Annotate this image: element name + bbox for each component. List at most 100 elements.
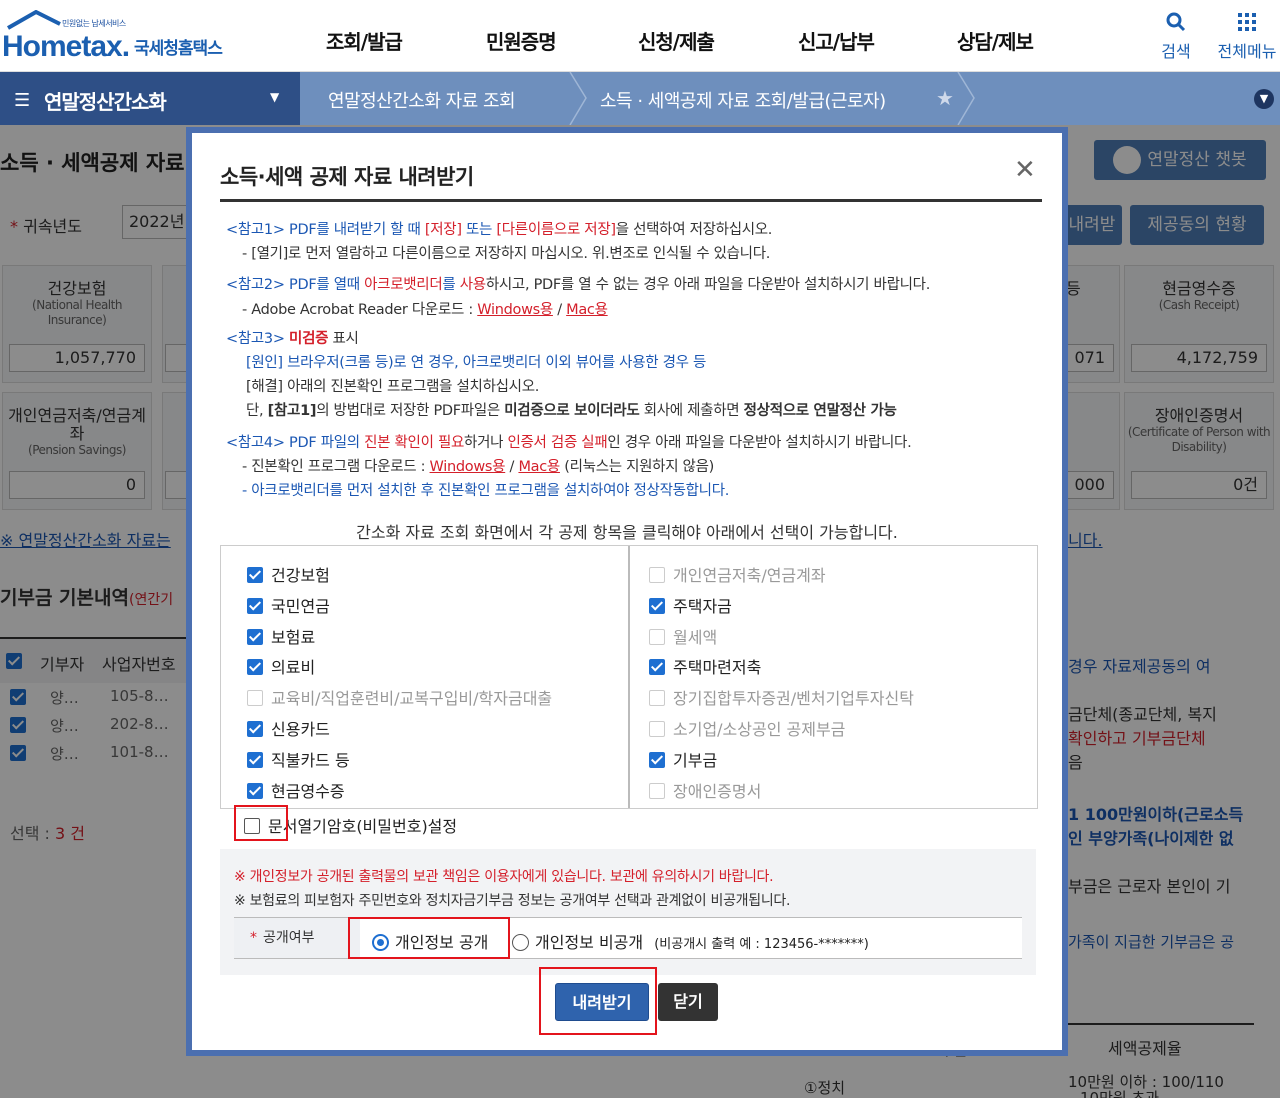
close-icon[interactable]: ✕	[1014, 157, 1036, 183]
star-favorite-icon[interactable]: ★	[936, 86, 954, 110]
deduction-label: 국민연금	[271, 596, 330, 616]
title-divider	[220, 199, 1042, 202]
deduction-item[interactable]: 직불카드 등	[247, 747, 350, 770]
deduction-item[interactable]: 국민연금	[247, 593, 330, 616]
hamburger-icon: ☰	[14, 90, 31, 111]
highlight-box	[234, 805, 288, 841]
deduction-label: 직불카드 등	[271, 750, 350, 770]
disclosure-label: * 공개여부	[234, 918, 360, 958]
deduction-label: 주택마련저축	[673, 658, 762, 678]
all-menu-button[interactable]: 전체메뉴	[1214, 10, 1280, 62]
deduction-checkbox	[649, 721, 665, 737]
deduction-checkbox[interactable]	[247, 597, 263, 614]
verify-mac-link[interactable]: Mac용	[518, 459, 560, 475]
notice-line-1: ※ 개인정보가 공개된 출력물의 보관 책임은 이용자에게 있습니다. 보관에 …	[234, 869, 774, 885]
deduction-checkbox	[649, 690, 665, 707]
deduction-checkbox[interactable]	[247, 751, 263, 768]
logo-text: Hometax.	[2, 30, 130, 63]
all-menu-label: 전체메뉴	[1217, 42, 1277, 61]
breadcrumb-bar: ☰ 연말정산간소화 ▼ 연말정산간소화 자료 조회 소득 · 세액공제 자료 조…	[0, 72, 1280, 125]
ref3-fix: [해결] 아래의 진본확인 프로그램을 설치하십시오.	[246, 379, 540, 395]
download-dialog: 소득·세액 공제 자료 내려받기 ✕ <참고1> PDF를 내려받기 할 때 […	[186, 127, 1068, 1056]
breadcrumb-item-2[interactable]: 소득 · 세액공제 자료 조회/발급(근로자)	[600, 87, 886, 113]
deduction-item[interactable]: 기부금	[649, 747, 718, 770]
menu-report[interactable]: 신고/납부	[798, 26, 875, 55]
deduction-checkbox	[649, 782, 665, 799]
menu-application[interactable]: 신청/제출	[638, 26, 715, 55]
deduction-item[interactable]: 현금영수증	[247, 778, 345, 801]
deduction-checkbox[interactable]	[247, 628, 263, 645]
deduction-item[interactable]: 건강보험	[247, 562, 330, 585]
hometax-logo[interactable]: 민원없는 납세서비스 Hometax. 국세청홈택스	[0, 6, 240, 66]
acrobat-mac-link[interactable]: Mac용	[566, 302, 608, 318]
ref3-line: <참고3> 미검증 표시	[226, 331, 359, 347]
deduction-label: 보험료	[271, 627, 316, 647]
deduction-item[interactable]: 주택자금	[649, 593, 732, 616]
ref1-sub: - [열기]로 먼저 열람하고 다른이름으로 저장하지 마십시오. 위.변조로 …	[242, 246, 771, 262]
deduction-item: 장애인증명서	[649, 778, 761, 801]
ref3-note: 단, [참고1]의 방법대로 저장한 PDF파일은 미검증으로 보이더라도 회사…	[246, 403, 897, 419]
deduction-item[interactable]: 의료비	[247, 654, 316, 678]
deduction-label: 의료비	[271, 658, 316, 678]
deduction-label: 현금영수증	[271, 781, 345, 801]
breadcrumb-separator-icon	[569, 72, 587, 125]
verify-windows-link[interactable]: Windows용	[430, 459, 506, 475]
site-header: 민원없는 납세서비스 Hometax. 국세청홈택스 조회/발급 민원증명 신청…	[0, 0, 1280, 72]
chevron-down-icon: ▼	[270, 90, 280, 104]
breadcrumb-separator-icon	[957, 72, 975, 125]
deduction-item[interactable]: 주택마련저축	[649, 654, 762, 678]
deduction-items-box: 건강보험국민연금보험료의료비교육비/직업훈련비/교복구입비/학자금대출신용카드직…	[220, 545, 1038, 809]
highlight-box	[539, 967, 657, 1035]
radio-private-button[interactable]	[512, 934, 529, 951]
deduction-label: 소기업/소상공인 공제부금	[673, 720, 846, 739]
ref4-line: <참고4> PDF 파일의 진본 확인이 필요하거나 인증서 검증 실패인 경우…	[226, 435, 912, 451]
ref4-sub: - 진본확인 프로그램 다운로드 : Windows용 / Mac용 (리눅스는…	[242, 459, 714, 475]
deduction-checkbox[interactable]	[649, 751, 665, 768]
search-button[interactable]: 검색	[1146, 10, 1206, 62]
ref3-cause: [원인] 브라우저(크롬 등)로 연 경우, 아크로뱃리더 이외 뷰어를 사용한…	[246, 355, 707, 371]
deduction-label: 기부금	[673, 750, 718, 770]
deduction-checkbox[interactable]	[649, 659, 665, 676]
deduction-item: 교육비/직업훈련비/교복구입비/학자금대출	[247, 685, 553, 709]
breadcrumb-item-1[interactable]: 연말정산간소화 자료 조회	[328, 87, 516, 113]
ref2-sub: - Adobe Acrobat Reader 다운로드 : Windows용 /…	[242, 302, 608, 318]
deduction-item: 장기집합투자증권/벤처기업투자신탁	[649, 685, 914, 709]
acrobat-windows-link[interactable]: Windows용	[477, 302, 553, 318]
deduction-item: 개인연금저축/연금계좌	[649, 562, 826, 585]
deduction-item: 소기업/소상공인 공제부금	[649, 716, 846, 739]
notice-line-2: ※ 보험료의 피보험자 주민번호와 정치자금기부금 정보는 공개여부 선택과 관…	[234, 893, 791, 909]
close-button[interactable]: 닫기	[658, 983, 718, 1021]
radio-private[interactable]: 개인정보 비공개 (비공개시 출력 예 : 123456-*******)	[512, 929, 869, 953]
deduction-label: 장기집합투자증권/벤처기업투자신탁	[673, 689, 914, 709]
selection-guide: 간소화 자료 조회 화면에서 각 공제 항목을 클릭해야 아래에서 선택이 가능…	[356, 523, 898, 542]
deduction-checkbox[interactable]	[247, 782, 263, 799]
search-icon	[1166, 12, 1186, 32]
deduction-label: 신용카드	[271, 720, 330, 739]
dialog-title: 소득·세액 공제 자료 내려받기	[220, 165, 474, 189]
deduction-checkbox[interactable]	[649, 597, 665, 614]
deduction-checkbox[interactable]	[247, 721, 263, 737]
privacy-notice: ※ 개인정보가 공개된 출력물의 보관 책임은 이용자에게 있습니다. 보관에 …	[220, 849, 1036, 975]
deduction-item[interactable]: 신용카드	[247, 716, 330, 739]
deduction-label: 교육비/직업훈련비/교복구입비/학자금대출	[271, 689, 553, 709]
deduction-checkbox	[247, 690, 263, 707]
menu-inquiry[interactable]: 조회/발급	[326, 26, 403, 55]
logo-subtitle: 민원없는 납세서비스	[62, 19, 126, 28]
column-divider	[628, 546, 630, 808]
menu-certificate[interactable]: 민원증명	[486, 26, 557, 55]
chevron-circle-down-icon[interactable]: ▼	[1254, 89, 1274, 109]
nav-section-dropdown[interactable]: ☰ 연말정산간소화 ▼	[0, 72, 300, 125]
deduction-label: 개인연금저축/연금계좌	[673, 566, 826, 585]
deduction-item: 월세액	[649, 624, 718, 647]
deduction-checkbox	[649, 628, 665, 645]
deduction-checkbox[interactable]	[247, 567, 263, 583]
password-label: 문서열기암호(비밀번호)설정	[268, 817, 458, 836]
nav-section-title: 연말정산간소화	[44, 90, 167, 114]
deduction-label: 월세액	[673, 627, 718, 647]
deduction-checkbox	[649, 567, 665, 583]
menu-consult[interactable]: 상담/제보	[957, 26, 1034, 55]
logo-nts: 국세청홈택스	[134, 39, 223, 59]
deduction-label: 건강보험	[271, 566, 330, 585]
deduction-checkbox[interactable]	[247, 659, 263, 676]
deduction-item[interactable]: 보험료	[247, 624, 316, 647]
